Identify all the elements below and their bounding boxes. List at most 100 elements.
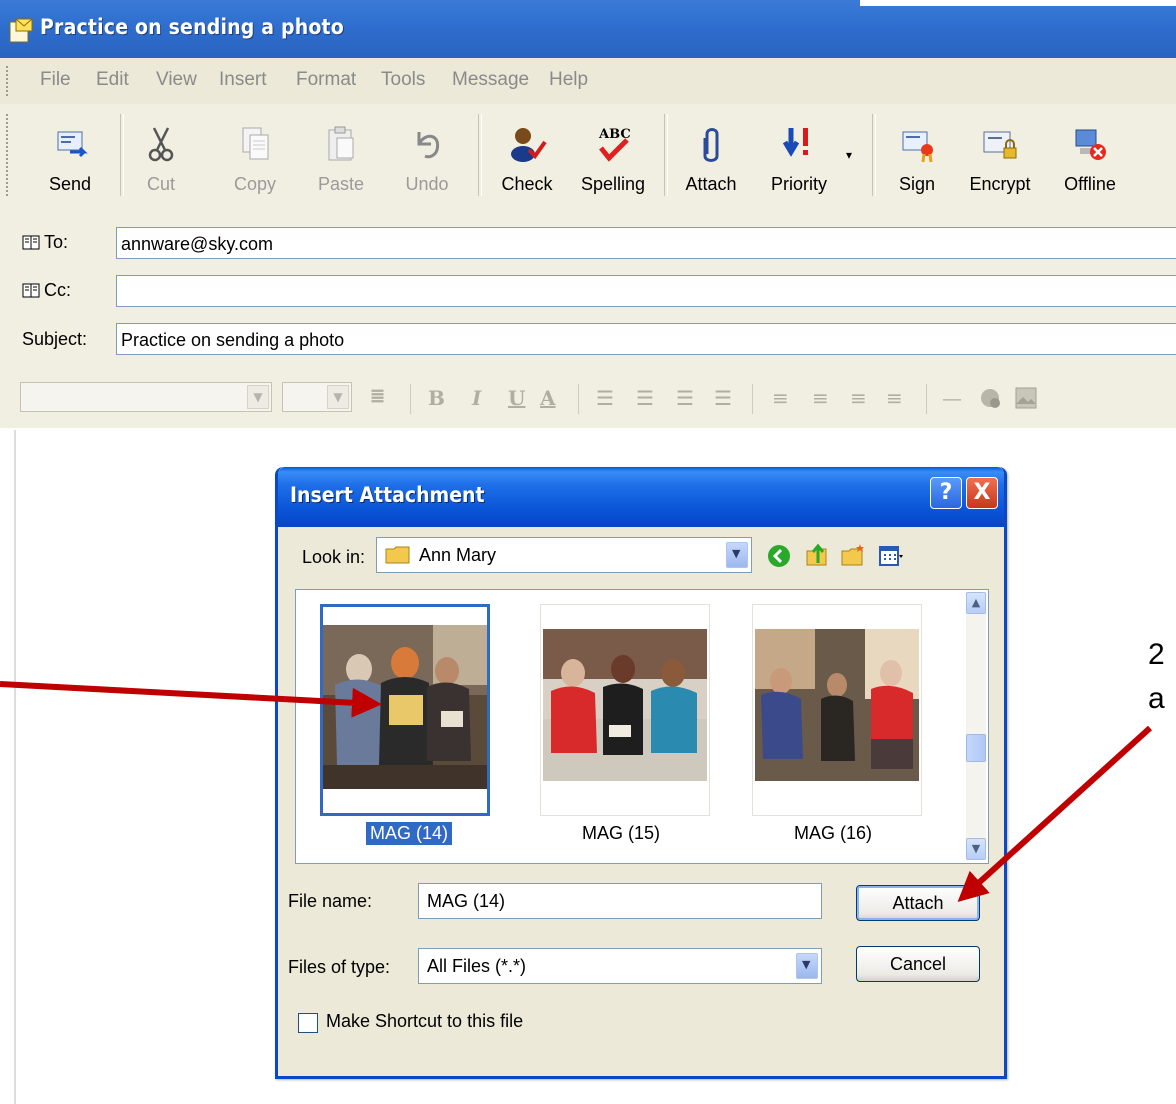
message-header-fields: To: annware@sky.com Cc: Subject: Practic…	[0, 210, 1176, 365]
toolbar-separator	[578, 384, 579, 414]
folder-icon	[385, 546, 410, 564]
formatting-toolbar: ▼ ▼ ≣ B I U A ☰ ☰ ☰ ☰ ≡ ≡ ≡ ≡ —	[0, 364, 1176, 429]
bulleted-list-icon[interactable]: ☰	[636, 386, 654, 410]
cut-label: Cut	[146, 174, 175, 194]
check-button[interactable]: Check	[492, 110, 562, 202]
menu-grip	[6, 66, 12, 96]
numbered-list-icon[interactable]: ☰	[596, 386, 614, 410]
menu-file[interactable]: File	[40, 69, 71, 91]
send-button[interactable]: Send	[36, 110, 104, 202]
bold-icon[interactable]: B	[428, 386, 445, 410]
scroll-down-icon[interactable]: ▼	[966, 838, 986, 860]
chevron-down-icon: ▼	[327, 385, 349, 409]
annotation-text-line1: 2	[1148, 638, 1165, 671]
make-shortcut-label: Make Shortcut to this file	[326, 1011, 524, 1031]
paste-label: Paste	[317, 174, 365, 194]
up-folder-icon[interactable]	[804, 543, 830, 569]
file-thumbnail[interactable]	[540, 604, 710, 816]
menu-edit[interactable]: Edit	[96, 69, 129, 91]
spelling-button[interactable]: ABC Spelling	[574, 110, 652, 202]
decrease-indent-icon[interactable]: ☰	[676, 386, 694, 410]
priority-dropdown-arrow-icon[interactable]: ▾	[846, 148, 852, 162]
toolbar-separator	[752, 384, 753, 414]
file-thumbnail[interactable]	[752, 604, 922, 816]
align-left-icon[interactable]: ≡	[772, 386, 789, 410]
look-in-label: Look in:	[302, 547, 366, 567]
toolbar-separator	[872, 114, 876, 196]
menu-tools[interactable]: Tools	[381, 69, 425, 91]
scrollbar-thumb[interactable]	[966, 734, 986, 762]
make-shortcut-checkbox[interactable]	[298, 1013, 318, 1033]
spelling-icon: ABC	[598, 127, 631, 162]
copy-button[interactable]: Copy	[218, 110, 292, 202]
offline-button[interactable]: Offline	[1054, 110, 1126, 202]
menu-message[interactable]: Message	[452, 69, 529, 91]
insert-attachment-dialog: Insert Attachment ? X Look in: Ann Mary …	[275, 467, 1007, 1079]
attach-dialog-button[interactable]: Attach	[856, 885, 980, 921]
file-name-caption[interactable]: MAG (16)	[790, 822, 876, 845]
align-right-icon[interactable]: ≡	[850, 386, 867, 410]
justify-icon[interactable]: ≡	[886, 386, 903, 410]
paragraph-style-icon[interactable]: ≣	[370, 386, 385, 407]
menu-insert[interactable]: Insert	[219, 69, 267, 91]
chevron-down-icon[interactable]: ▼	[726, 542, 748, 568]
offline-label: Offline	[1064, 174, 1116, 194]
clipboard-icon	[328, 126, 354, 161]
toolbar-separator	[410, 384, 411, 414]
close-button[interactable]: X	[966, 477, 998, 509]
photo-thumbnail-image	[755, 629, 919, 781]
chevron-down-icon[interactable]: ▼	[796, 953, 818, 979]
cc-field-label[interactable]: Cc:	[22, 280, 71, 301]
file-name-caption[interactable]: MAG (15)	[578, 822, 664, 845]
sign-button[interactable]: Sign	[886, 110, 948, 202]
subject-input[interactable]: Practice on sending a photo	[116, 323, 1176, 355]
check-label: Check	[501, 174, 553, 194]
italic-icon[interactable]: I	[472, 386, 481, 410]
align-center-icon[interactable]: ≡	[812, 386, 829, 410]
files-of-type-label: Files of type:	[288, 957, 391, 977]
file-name-caption[interactable]: MAG (14)	[366, 822, 453, 845]
view-menu-icon[interactable]	[878, 543, 904, 569]
toolbar-separator	[664, 114, 668, 196]
font-name-combo[interactable]: ▼	[20, 382, 272, 412]
file-list-scrollbar[interactable]: ▲ ▼	[966, 592, 986, 860]
attach-button[interactable]: Attach	[676, 110, 746, 202]
window-title-bar: Practice on sending a photo	[0, 0, 1176, 58]
undo-button[interactable]: Undo	[394, 110, 460, 202]
copy-label: Copy	[233, 174, 277, 194]
files-of-type-dropdown[interactable]: All Files (*.*) ▼	[418, 948, 822, 984]
undo-icon	[417, 132, 440, 159]
increase-indent-icon[interactable]: ☰	[714, 386, 732, 410]
new-folder-icon[interactable]	[840, 543, 866, 569]
to-field-label[interactable]: To:	[22, 232, 68, 253]
back-arrow-icon[interactable]	[766, 543, 792, 569]
font-size-combo[interactable]: ▼	[282, 382, 352, 412]
cc-label-text: Cc:	[44, 280, 71, 300]
paste-button[interactable]: Paste	[308, 110, 374, 202]
cancel-button[interactable]: Cancel	[856, 946, 980, 982]
file-thumbnail[interactable]	[320, 604, 490, 816]
cc-input[interactable]	[116, 275, 1176, 307]
look-in-dropdown[interactable]: Ann Mary ▼	[376, 537, 752, 573]
font-color-icon[interactable]: A	[540, 386, 556, 410]
copy-icon	[242, 127, 269, 160]
priority-label: Priority	[770, 174, 827, 194]
hyperlink-globe-icon[interactable]	[978, 386, 1002, 410]
file-name-input[interactable]: MAG (14)	[418, 883, 822, 919]
cut-button[interactable]: Cut	[128, 110, 194, 202]
file-name-label: File name:	[288, 891, 373, 911]
help-button[interactable]: ?	[930, 477, 962, 509]
menu-help[interactable]: Help	[549, 69, 588, 91]
menu-view[interactable]: View	[156, 69, 197, 91]
scroll-up-icon[interactable]: ▲	[966, 592, 986, 614]
underline-icon[interactable]: U	[508, 386, 525, 410]
paperclip-icon	[703, 128, 719, 162]
photo-thumbnail-image	[543, 629, 707, 781]
toolbar-separator	[478, 114, 482, 196]
horizontal-line-icon[interactable]: —	[942, 386, 962, 410]
insert-picture-icon[interactable]	[1014, 386, 1038, 410]
encrypt-button[interactable]: Encrypt	[958, 110, 1042, 202]
to-input[interactable]: annware@sky.com	[116, 227, 1176, 259]
priority-button[interactable]: Priority	[762, 110, 836, 202]
menu-format[interactable]: Format	[296, 69, 356, 91]
